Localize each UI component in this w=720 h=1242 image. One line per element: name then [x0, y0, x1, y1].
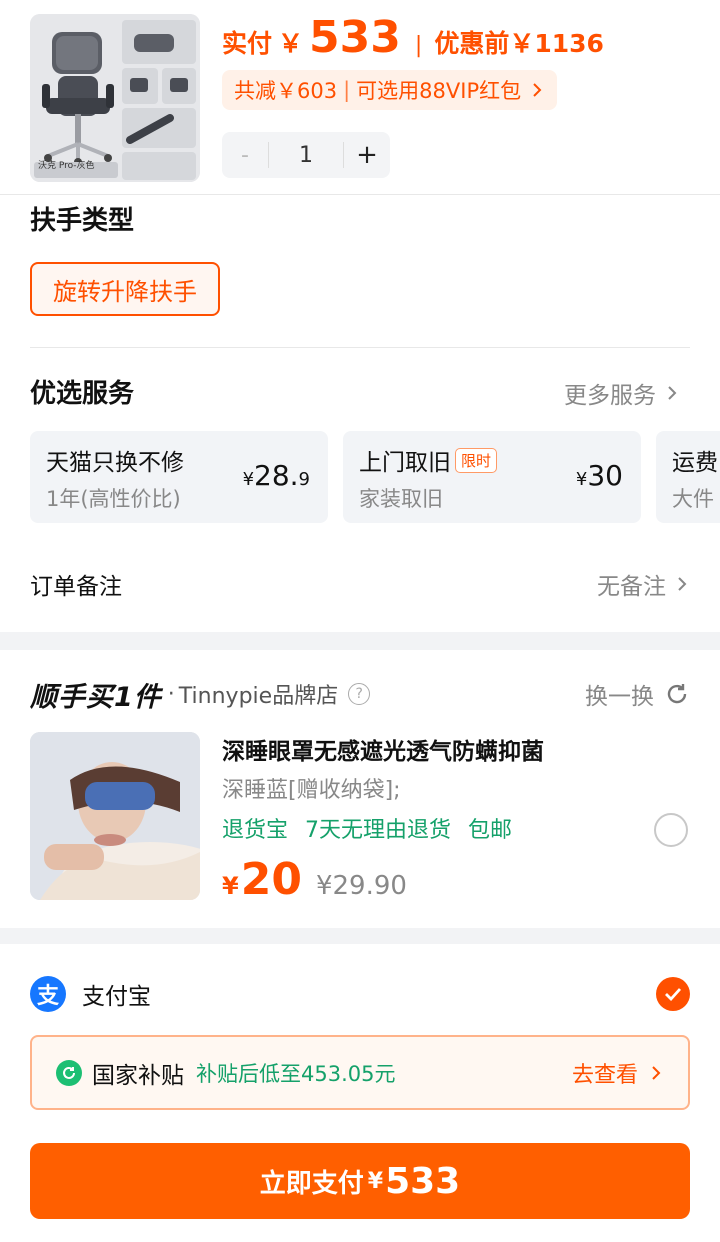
- add-on-header: 顺手买1件 · Tinnypie品牌店 ? 换一换: [30, 672, 690, 716]
- subsidy-label: 国家补贴: [92, 1062, 184, 1089]
- add-on-spec: 深睡蓝[赠收纳袋];: [222, 778, 401, 803]
- service-price-value: 28.: [254, 459, 299, 492]
- actual-price: 533: [309, 12, 401, 63]
- order-note-row[interactable]: 订单备注 无备注: [30, 560, 690, 608]
- product-image[interactable]: 沃克 Pro-灰色: [30, 14, 200, 182]
- order-note-value: 无备注: [597, 574, 666, 600]
- help-icon[interactable]: ?: [348, 683, 371, 705]
- alipay-icon: 支: [30, 976, 66, 1012]
- chevron-right-icon: [533, 83, 542, 97]
- store-name: Tinnypie品牌店: [178, 684, 339, 709]
- price-currency: ￥: [278, 29, 304, 58]
- payment-method-label: 支付宝: [82, 984, 151, 1010]
- service-card[interactable]: 运费 大件: [656, 431, 720, 523]
- shunshou-logo: 顺手买1件: [30, 681, 162, 713]
- vip-redpacket-text: 可选用88VIP红包: [356, 79, 522, 103]
- service-price-value: 30: [587, 459, 623, 492]
- checkmark-icon[interactable]: [656, 977, 690, 1011]
- store-dot: ·: [167, 681, 175, 707]
- quantity-value[interactable]: 1: [268, 142, 344, 168]
- armrest-type-title: 扶手类型: [30, 206, 135, 236]
- order-note-label: 订单备注: [30, 574, 122, 600]
- service-card[interactable]: 上门取旧 限时 家装取旧 ¥30: [343, 431, 641, 523]
- chevron-right-icon: [652, 1065, 661, 1080]
- add-on-title[interactable]: 深睡眼罩无感遮光透气防螨抑菌: [222, 732, 544, 766]
- chevron-right-icon: [678, 577, 687, 591]
- service-subtitle: 1年(高性价比): [46, 487, 181, 511]
- service-subtitle: 大件: [672, 487, 714, 511]
- divider: [0, 194, 720, 195]
- pay-amount: 533: [385, 1160, 461, 1202]
- add-on-product-image[interactable]: [30, 732, 200, 900]
- chevron-right-icon: [668, 386, 677, 400]
- eye-mask-photo: [30, 732, 200, 900]
- subsidy-description: 补贴后低至453.05元: [196, 1061, 396, 1086]
- divider: [30, 347, 690, 348]
- service-title: 上门取旧: [359, 450, 451, 476]
- service-title: 运费: [672, 450, 718, 476]
- service-price-currency: ¥: [575, 469, 588, 490]
- pay-now-button[interactable]: 立即支付 ¥ 533: [30, 1143, 690, 1219]
- more-services-link[interactable]: 更多服务: [564, 376, 680, 410]
- service-price-currency: ¥: [242, 469, 255, 490]
- store-name-wrap: · Tinnypie品牌店 ?: [167, 678, 371, 710]
- payment-method-row[interactable]: 支 支付宝: [30, 974, 690, 1014]
- discount-detail-button[interactable]: 共减￥603 | 可选用88VIP红包: [222, 70, 558, 110]
- more-services-label: 更多服务: [564, 383, 656, 409]
- pay-now-label: 立即支付: [259, 1168, 364, 1199]
- price-row: 实付 ￥ 533 | 优惠前￥1136: [222, 12, 604, 68]
- chair-illustration: [30, 14, 200, 182]
- add-on-select-radio[interactable]: [654, 813, 688, 847]
- service-price-decimal: 9: [298, 469, 310, 490]
- price-separator: |: [414, 33, 423, 58]
- total-discount: 共减￥603: [234, 79, 338, 103]
- increase-quantity-button[interactable]: +: [344, 132, 390, 178]
- subsidy-icon: [56, 1059, 82, 1086]
- add-on-price-currency: ¥: [222, 872, 239, 900]
- order-note-value-wrap: 无备注: [597, 567, 690, 601]
- service-subtitle: 家装取旧: [359, 487, 443, 511]
- services-title: 优选服务: [30, 379, 135, 409]
- service-title: 天猫只换不修: [46, 450, 184, 476]
- service-price: ¥30: [576, 459, 623, 492]
- price-before-discount: 优惠前￥1136: [434, 29, 604, 58]
- view-subsidy-link[interactable]: 去查看: [572, 1057, 664, 1089]
- pay-currency: ¥: [367, 1168, 384, 1194]
- add-on-price: ¥ 20 ¥29.90: [222, 854, 407, 905]
- quantity-stepper[interactable]: - 1 +: [222, 132, 390, 178]
- refresh-icon: [667, 684, 687, 704]
- limited-time-badge: 限时: [455, 447, 498, 473]
- add-on-original-price: ¥29.90: [315, 871, 407, 901]
- discount-separator: |: [343, 78, 351, 102]
- add-on-price-value: 20: [240, 854, 302, 905]
- armrest-option-selected[interactable]: 旋转升降扶手: [30, 262, 220, 316]
- add-on-service-tags: 退货宝 7天无理由退货 包邮: [222, 818, 512, 843]
- actual-pay-label: 实付: [222, 29, 273, 58]
- national-subsidy-banner[interactable]: 国家补贴 补贴后低至453.05元 去查看: [30, 1035, 690, 1110]
- switch-label: 换一换: [585, 684, 654, 710]
- view-subsidy-label: 去查看: [571, 1062, 638, 1088]
- service-price: ¥28.9: [243, 459, 310, 492]
- service-card[interactable]: 天猫只换不修 1年(高性价比) ¥28.9: [30, 431, 328, 523]
- product-image-caption: 沃克 Pro-灰色: [38, 161, 95, 171]
- decrease-quantity-button[interactable]: -: [222, 132, 268, 178]
- switch-item-button[interactable]: 换一换: [585, 677, 690, 711]
